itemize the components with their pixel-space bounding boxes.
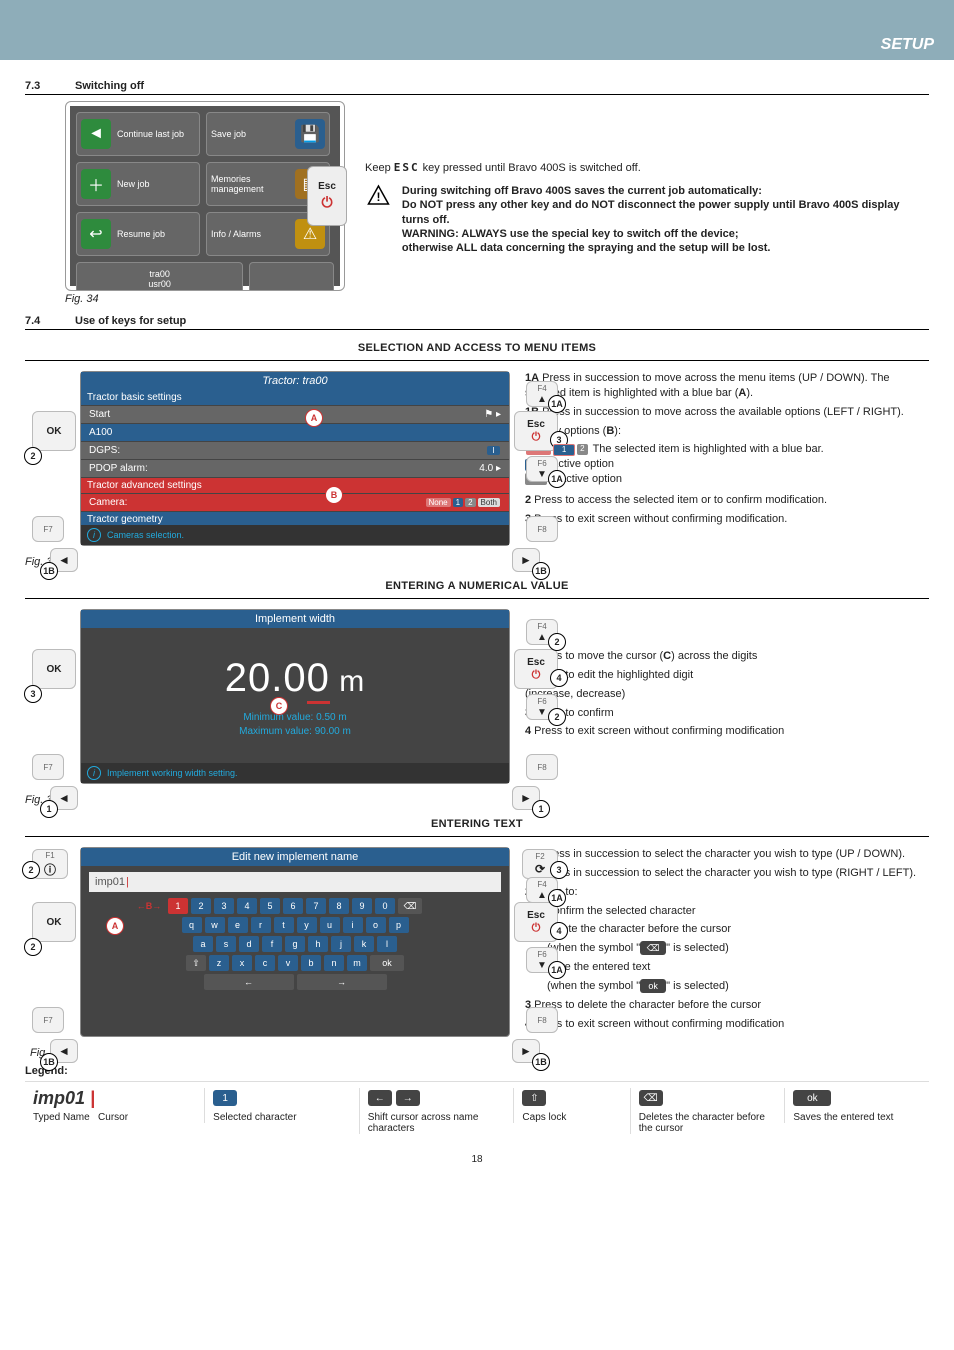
fig36-caption: Fig. 36 <box>25 794 510 806</box>
power-icon: ⏻ <box>532 669 541 682</box>
backspace-icon: ⌫ <box>639 1090 663 1106</box>
legend-row: imp01 | Typed Name Cursor 1 Selected cha… <box>25 1081 929 1134</box>
block2-desc: 1 Press to move the cursor (C) across th… <box>525 609 929 743</box>
save-icon: 💾 <box>295 119 325 149</box>
f6-button[interactable]: F6▼ <box>526 947 558 973</box>
numeric-value: 20.00 m <box>81 628 509 701</box>
esc-button[interactable]: Esc⏻ <box>514 902 558 942</box>
f2-button[interactable]: F2⟳ <box>522 849 558 879</box>
esc-button[interactable]: Esc⏻ <box>514 649 558 689</box>
fig34-caption: Fig. 34 <box>65 293 345 305</box>
tile-resume-job: ↩Resume job <box>76 212 200 256</box>
warning-block: ! During switching off Bravo 400S saves … <box>365 184 929 255</box>
block1-title: SELECTION AND ACCESS TO MENU ITEMS <box>25 342 929 354</box>
f4-button[interactable]: F4▲ <box>526 619 558 645</box>
f8-button[interactable]: F8 <box>526 754 558 780</box>
backspace-icon: ⌫ <box>640 941 666 955</box>
fig37-screen: Edit new implement name imp01| 1 2 3 4 5… <box>80 847 510 1037</box>
tile-save-job: Save job💾 <box>206 112 330 156</box>
tile-implement <box>249 262 334 291</box>
row-start: Start⚑ ▸ <box>81 406 509 423</box>
f4-button[interactable]: F4▲ <box>526 877 558 903</box>
ok-button[interactable]: OK <box>32 649 76 689</box>
page-body: 7.3 Switching off ◄Continue last job Sav… <box>0 60 954 1195</box>
info-icon: i <box>87 766 101 780</box>
fig35-screen: Tractor: tra00 Tractor basic settings St… <box>80 371 510 546</box>
svg-text:!: ! <box>376 190 380 204</box>
esc-key[interactable]: Esc ⏻ <box>307 166 347 226</box>
tile-continue-job: ◄Continue last job <box>76 112 200 156</box>
section-title: Use of keys for setup <box>75 315 186 327</box>
section-num: 7.3 <box>25 80 55 92</box>
shift-icon: ⇧ <box>186 955 206 971</box>
row-a100: A100 <box>81 424 509 441</box>
dgps-badge: I <box>487 446 500 455</box>
onscreen-keyboard: 1 2 3 4 5 6 7 8 9 0 ⌫ qwertyuiop <box>89 898 501 990</box>
fig35-hint: iCameras selection. <box>81 525 509 545</box>
tile-new-job: ＋New job <box>76 162 200 206</box>
f7-button[interactable]: F7 <box>32 1007 64 1033</box>
f1-button[interactable]: F1ⓘ <box>32 849 68 879</box>
block2-title: ENTERING A NUMERICAL VALUE <box>25 580 929 592</box>
fig37-caption: Fig. 37 <box>30 1047 510 1059</box>
left-arrow-button[interactable]: ◄ <box>50 1039 78 1063</box>
f7-button[interactable]: F7 <box>32 754 64 780</box>
f8-button[interactable]: F8 <box>526 516 558 542</box>
f7-button[interactable]: F7 <box>32 516 64 542</box>
power-icon: ⏻ <box>321 194 332 211</box>
section-num: 7.4 <box>25 315 55 327</box>
plus-icon: ＋ <box>81 169 111 199</box>
arrow-left-icon: ◄ <box>81 119 111 149</box>
shift-icon: ⇧ <box>522 1090 546 1106</box>
section-title: Switching off <box>75 80 144 92</box>
top-grey-bar <box>0 0 954 30</box>
info-icon: i <box>87 528 101 542</box>
kb-key: 1 <box>168 898 188 914</box>
block3-title: ENTERING TEXT <box>25 818 929 830</box>
power-icon: ⏻ <box>532 922 541 935</box>
fig35-caption: Fig. 35 <box>25 556 510 568</box>
header-bar: SETUP <box>0 30 954 60</box>
right-arrow-button[interactable]: ► <box>512 548 540 572</box>
arrow-left-icon: ← <box>368 1090 392 1106</box>
row-dgps: DGPS: I <box>81 442 509 459</box>
power-icon: ⏻ <box>532 431 541 444</box>
legend-label: Legend: <box>25 1065 929 1077</box>
section-7-3-head: 7.3 Switching off <box>25 80 929 95</box>
right-arrow-button[interactable]: ► <box>512 1039 540 1063</box>
tile-tractor: tra00 usr00 <box>76 262 243 291</box>
arrow-right-icon: → <box>396 1090 420 1106</box>
fig36-screen: Implement width 20.00 m Minimum value: 0… <box>80 609 510 784</box>
block3-desc: 1A Press in succession to select the cha… <box>525 847 929 1035</box>
chapter-title: SETUP <box>881 36 934 54</box>
page-number: 18 <box>25 1154 929 1165</box>
right-arrow-button[interactable]: ► <box>512 786 540 810</box>
keep-esc-text: Keep ESC key pressed until Bravo 400S is… <box>365 161 929 174</box>
left-arrow-button[interactable]: ◄ <box>50 548 78 572</box>
f4-button[interactable]: F4▲ <box>526 381 558 407</box>
backspace-icon: ⌫ <box>398 898 422 914</box>
section-7-4-head: 7.4 Use of keys for setup <box>25 315 929 330</box>
warning-triangle-icon: ! <box>365 184 392 208</box>
fig35-title: Tractor: tra00 <box>81 372 509 390</box>
ok-button[interactable]: OK <box>32 411 76 451</box>
row-camera: Camera: None12Both <box>81 494 509 511</box>
row-pdop: PDOP alarm:4.0 ▸ <box>81 460 509 477</box>
esc-button[interactable]: Esc⏻ <box>514 411 558 451</box>
resume-icon: ↩ <box>81 219 111 249</box>
text-input: imp01| <box>89 872 501 892</box>
f6-button[interactable]: F6▼ <box>526 694 558 720</box>
f8-button[interactable]: F8 <box>526 1007 558 1033</box>
left-arrow-button[interactable]: ◄ <box>50 786 78 810</box>
arrow-right-icon: → <box>297 974 387 990</box>
f6-button[interactable]: F6▼ <box>526 456 558 482</box>
block1-desc: 1A Press in succession to move across th… <box>525 371 929 531</box>
fig34-screen: ◄Continue last job Save job💾 ＋New job Me… <box>65 101 345 291</box>
esc-inline: ESC <box>394 161 420 174</box>
arrow-left-icon: ← <box>204 974 294 990</box>
ok-button[interactable]: OK <box>32 902 76 942</box>
